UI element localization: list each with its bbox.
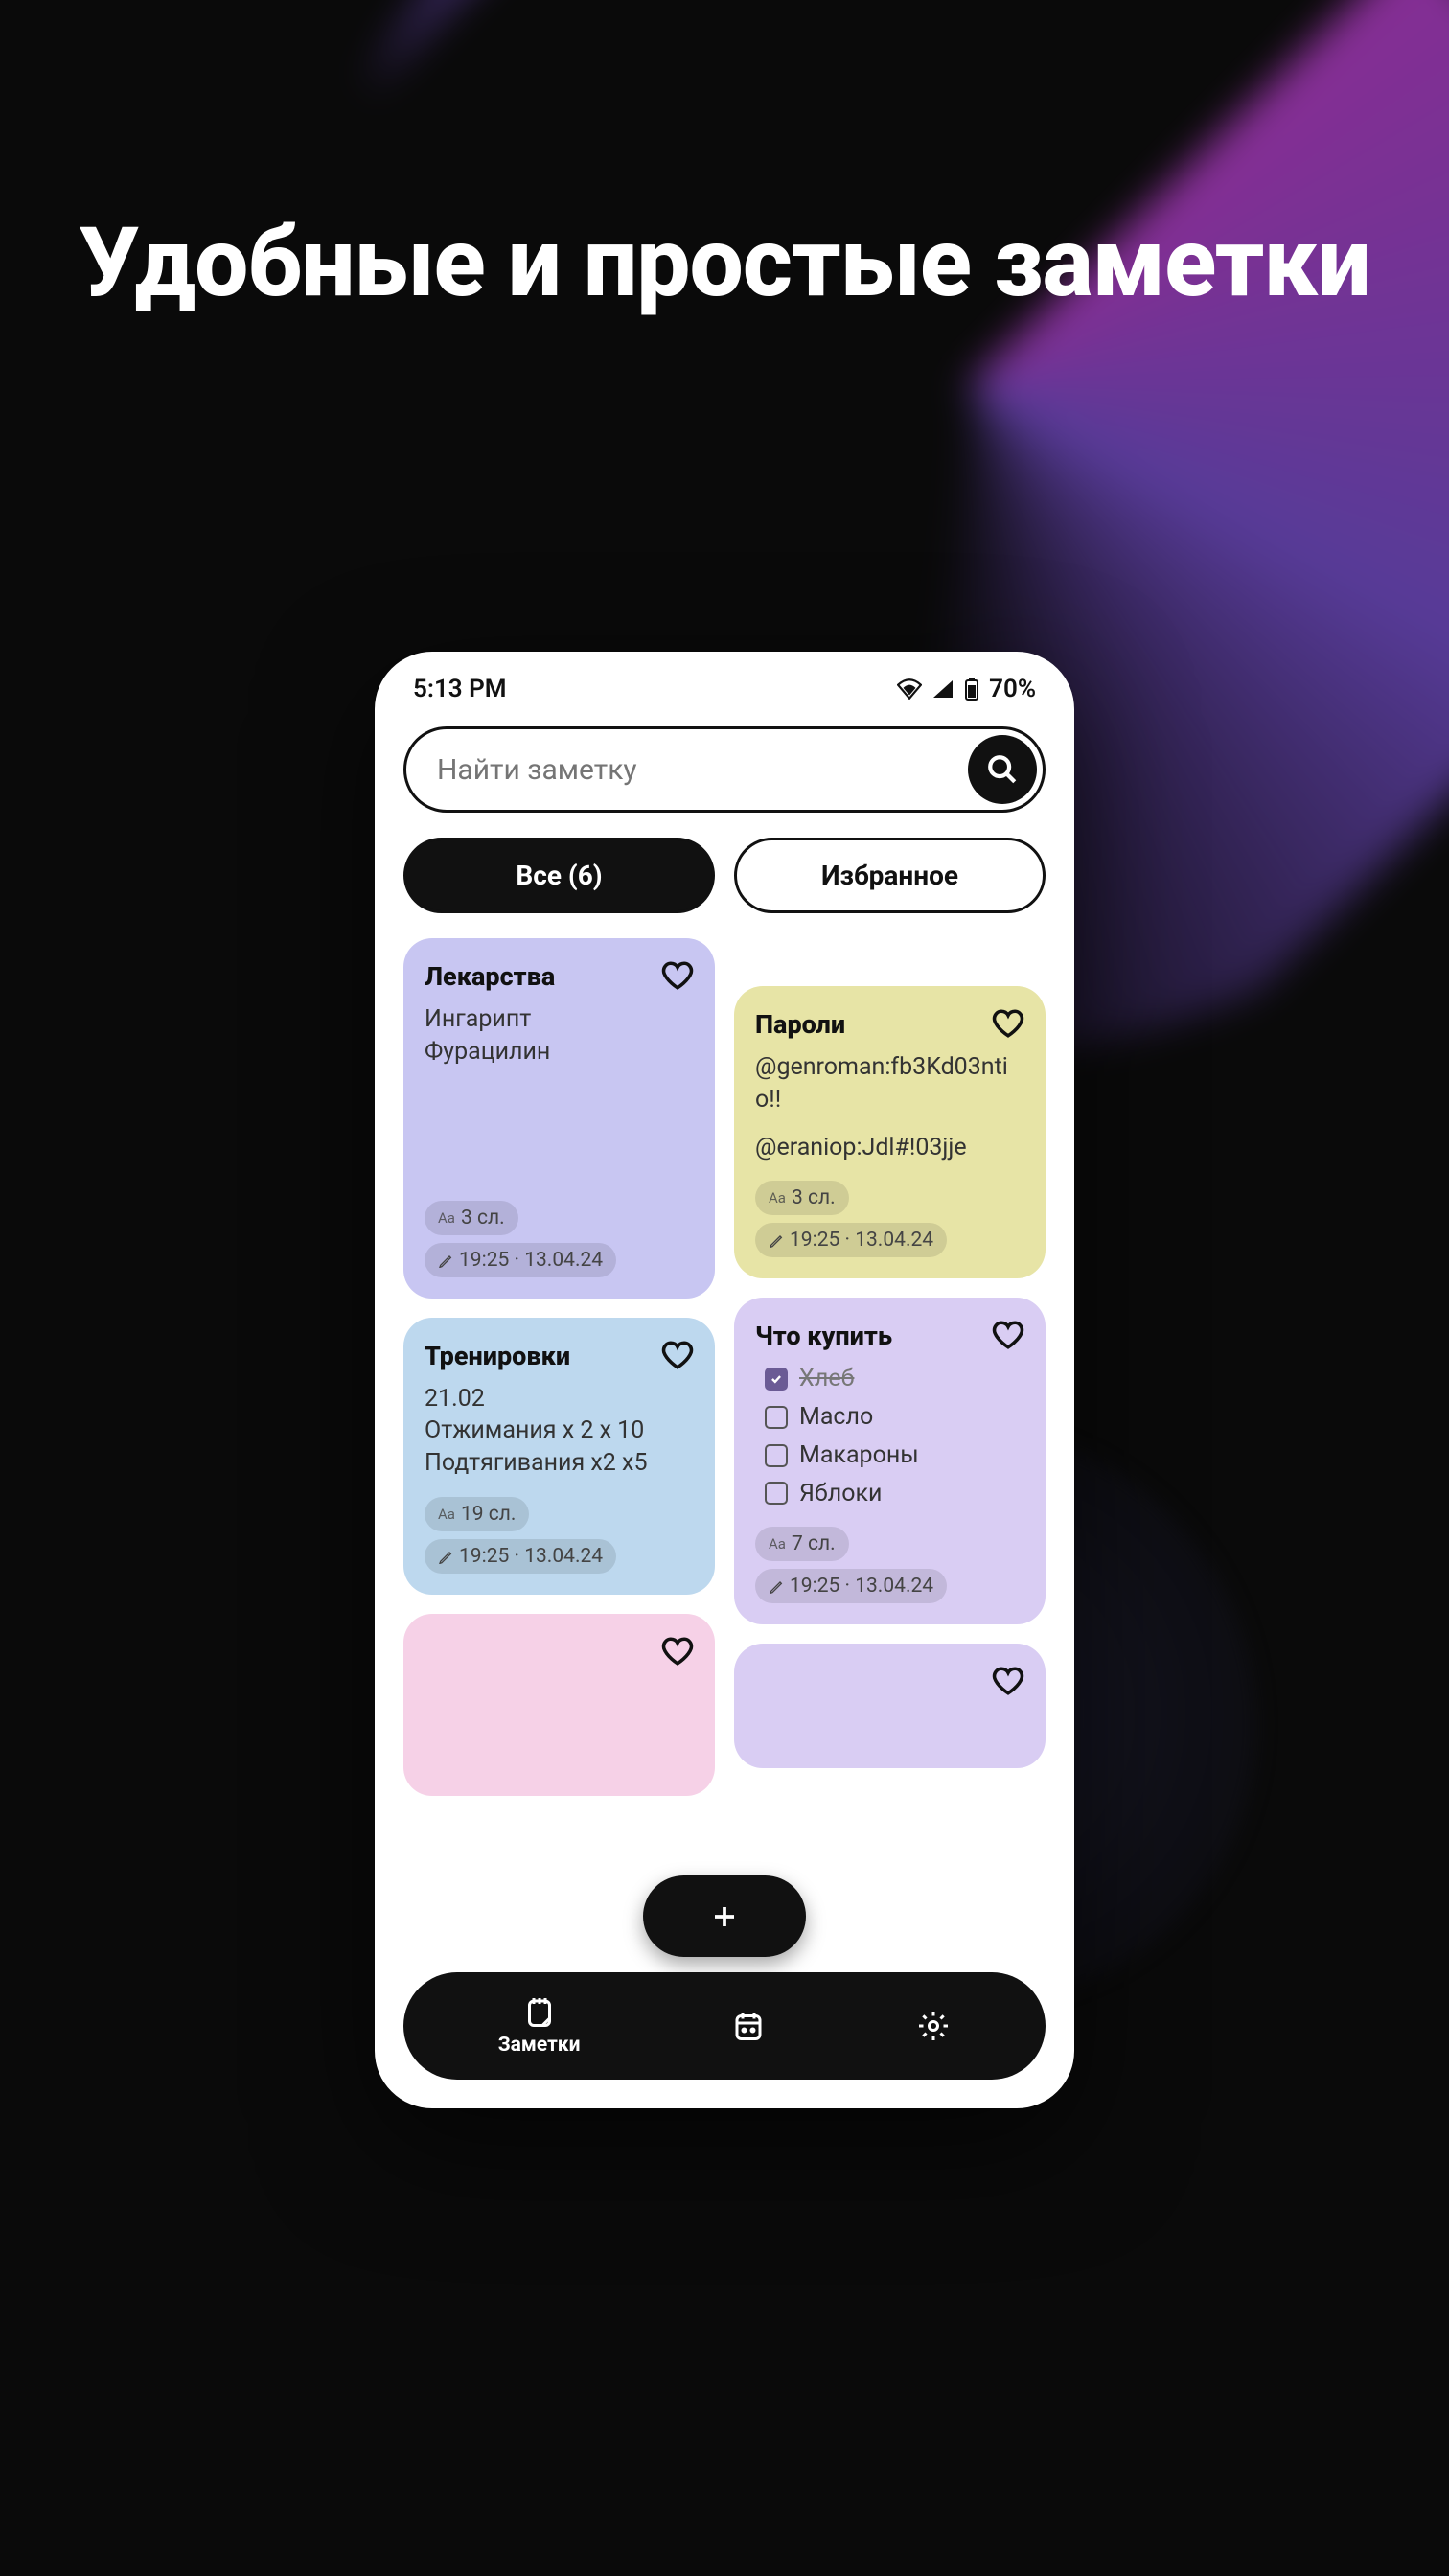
- heart-icon[interactable]: [992, 1665, 1024, 1701]
- status-time: 5:13 PM: [413, 675, 507, 703]
- heart-icon[interactable]: [992, 1319, 1024, 1355]
- nav-notes-label: Заметки: [498, 2034, 581, 2057]
- note-title: Что купить: [755, 1321, 1024, 1351]
- note-card-meds[interactable]: Лекарства Ингарипт Фурацилин Aa3 сл. 19:…: [403, 938, 715, 1299]
- timestamp-badge: 19:25 · 13.04.24: [755, 1569, 947, 1603]
- words-badge: Aa3 сл.: [755, 1181, 849, 1215]
- filter-favorites[interactable]: Избранное: [734, 838, 1046, 913]
- note-body: Хлеб Масло Макароны Яблоки: [755, 1363, 1024, 1509]
- words-badge: Aa3 сл.: [425, 1201, 518, 1235]
- search-icon: [986, 753, 1019, 786]
- note-title: Пароли: [755, 1009, 1024, 1040]
- timestamp-badge: 19:25 · 13.04.24: [755, 1223, 947, 1257]
- wifi-icon: [897, 678, 922, 700]
- heart-icon[interactable]: [661, 1339, 694, 1375]
- note-card-pass[interactable]: Пароли @genroman:fb3Kd03ntio!! @eraniop:…: [734, 986, 1046, 1278]
- note-title: Тренировки: [425, 1341, 694, 1371]
- checkbox-icon[interactable]: [765, 1406, 788, 1429]
- note-body: 21.02 Отжимания x 2 x 10 Подтягивания x2…: [425, 1383, 694, 1480]
- note-card-peek-right[interactable]: [734, 1644, 1046, 1768]
- battery-percent: 70%: [989, 675, 1036, 703]
- heart-icon[interactable]: [661, 959, 694, 996]
- add-note-button[interactable]: [643, 1875, 806, 1957]
- words-badge: Aa7 сл.: [755, 1527, 849, 1561]
- checkbox-icon[interactable]: [765, 1444, 788, 1467]
- note-body: Ингарипт Фурацилин: [425, 1003, 694, 1069]
- nav-notes[interactable]: Заметки: [498, 1995, 581, 2057]
- note-card-shop[interactable]: Что купить Хлеб Масло Макароны Яблоки Aa…: [734, 1298, 1046, 1624]
- promo-headline: Удобные и простые заметки: [0, 211, 1449, 316]
- filter-all[interactable]: Все (6): [403, 838, 715, 913]
- status-bar: 5:13 PM 70%: [375, 652, 1074, 713]
- gear-icon: [916, 2009, 951, 2043]
- shop-item[interactable]: Масло: [755, 1401, 1024, 1434]
- filter-row: Все (6) Избранное: [403, 838, 1046, 913]
- note-body: @genroman:fb3Kd03ntio!! @eraniop:Jdl#!03…: [755, 1051, 1024, 1163]
- note-card-train[interactable]: Тренировки 21.02 Отжимания x 2 x 10 Подт…: [403, 1318, 715, 1595]
- shop-item[interactable]: Яблоки: [755, 1478, 1024, 1510]
- checkbox-icon[interactable]: [765, 1482, 788, 1505]
- search-input[interactable]: [437, 753, 968, 787]
- note-title: Лекарства: [425, 961, 694, 992]
- notes-icon: [522, 1995, 557, 2030]
- search-bar[interactable]: [403, 726, 1046, 813]
- checkbox-icon[interactable]: [765, 1368, 788, 1391]
- timestamp-badge: 19:25 · 13.04.24: [425, 1243, 616, 1277]
- nav-calendar[interactable]: [731, 2009, 766, 2043]
- signal-icon: [932, 678, 954, 700]
- nav-settings[interactable]: [916, 2009, 951, 2043]
- calendar-icon: [731, 2009, 766, 2043]
- heart-icon[interactable]: [661, 1635, 694, 1671]
- shop-item[interactable]: Макароны: [755, 1439, 1024, 1472]
- bottom-nav: Заметки: [403, 1972, 1046, 2080]
- phone-frame: 5:13 PM 70% Все (6) Избранное: [375, 652, 1074, 2108]
- shop-item[interactable]: Хлеб: [755, 1363, 1024, 1395]
- heart-icon[interactable]: [992, 1007, 1024, 1044]
- timestamp-badge: 19:25 · 13.04.24: [425, 1539, 616, 1574]
- note-card-peek-left[interactable]: [403, 1614, 715, 1796]
- plus-icon: [710, 1902, 739, 1931]
- battery-icon: [964, 678, 979, 701]
- words-badge: Aa19 сл.: [425, 1497, 529, 1531]
- status-indicators: 70%: [897, 675, 1036, 703]
- search-button[interactable]: [968, 735, 1037, 804]
